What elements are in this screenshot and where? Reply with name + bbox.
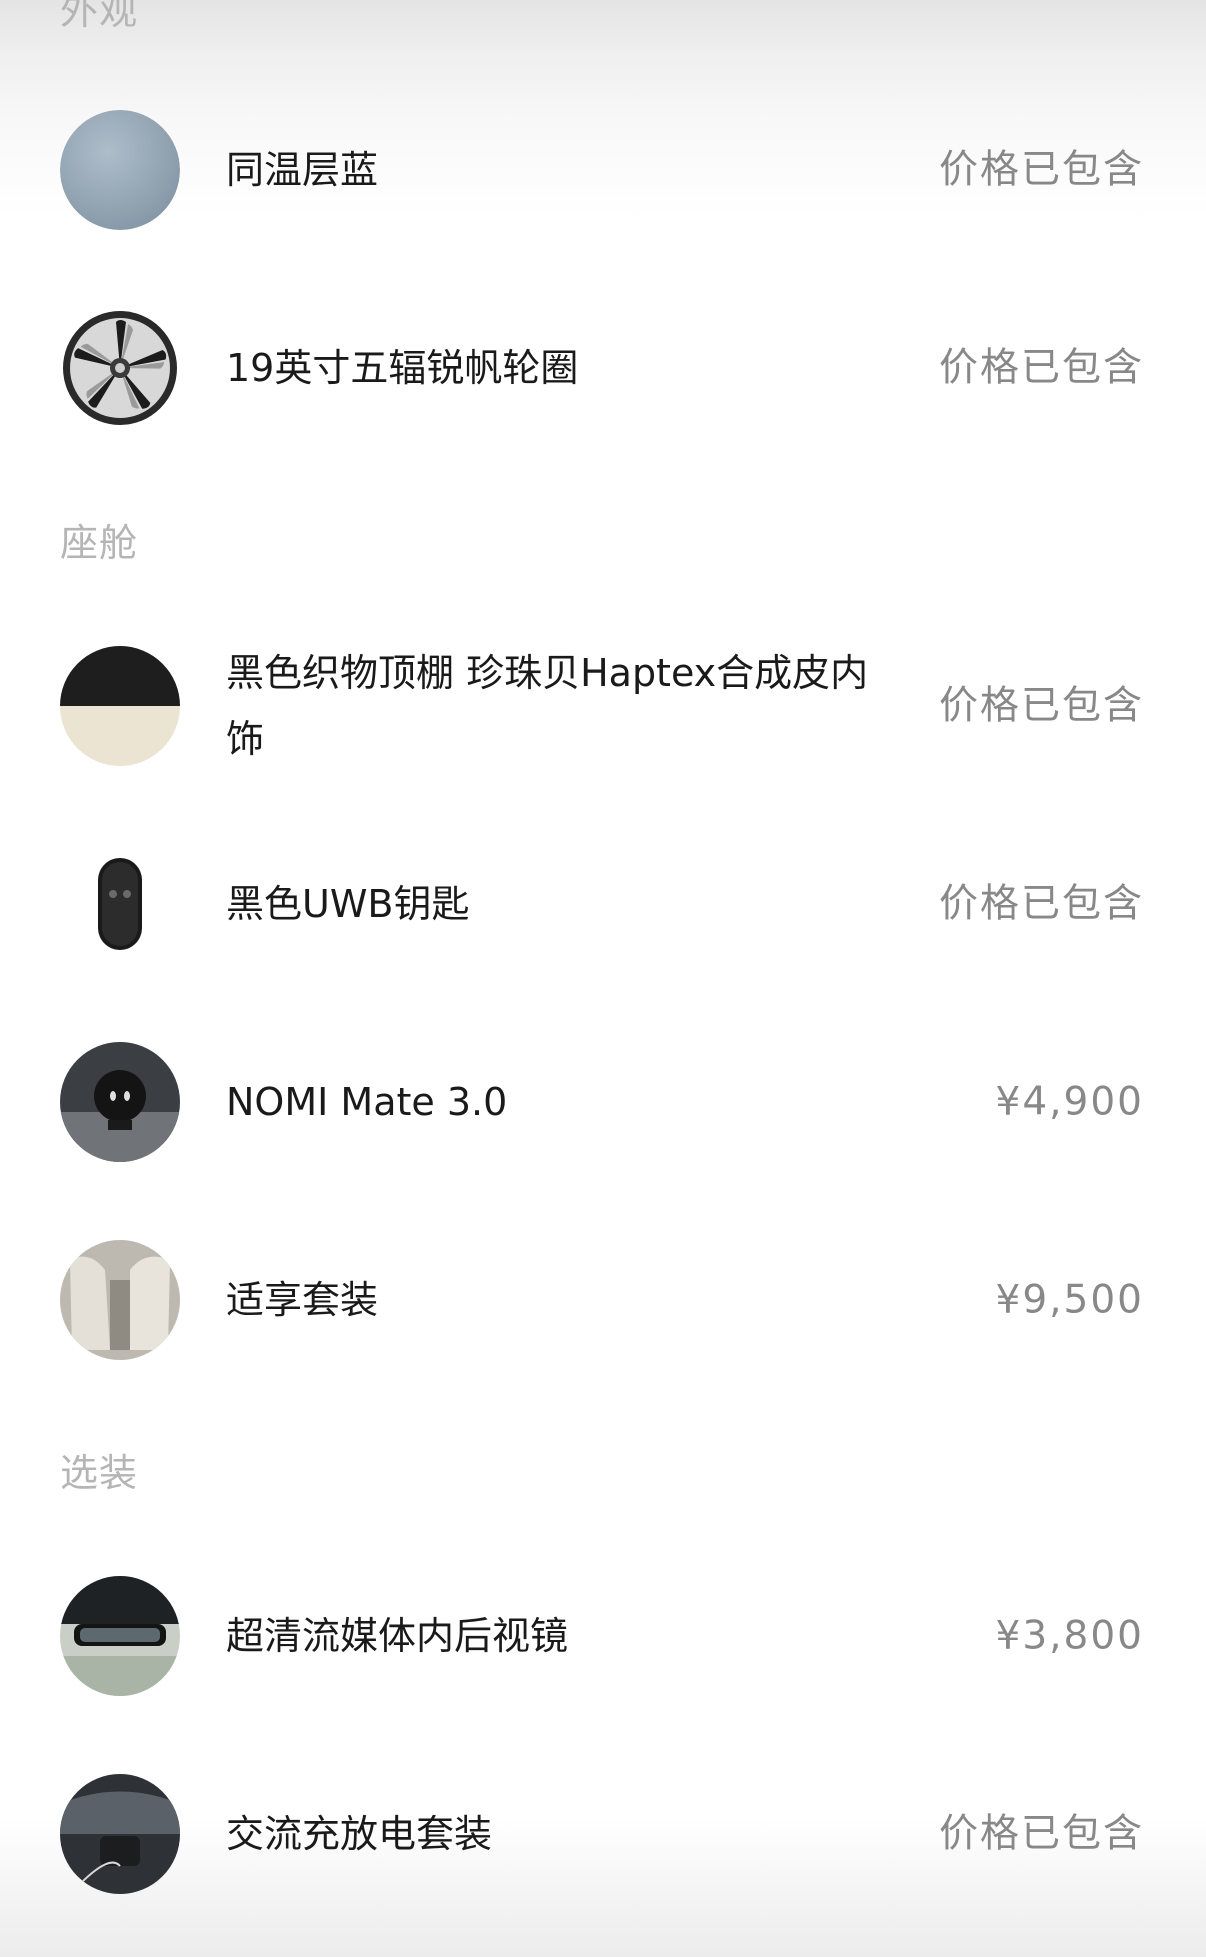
option-price: 价格已包含 (938, 1811, 1144, 1857)
option-name: 19英寸五辐锐帆轮圈 (226, 346, 579, 390)
interior-color-swatch-icon (60, 646, 180, 766)
blue-color-swatch-icon (60, 110, 180, 230)
uwb-key-icon (60, 844, 180, 964)
option-price: ¥9,500 (995, 1277, 1144, 1323)
option-name: 黑色织物顶棚 珍珠贝Haptex合成皮内饰 (226, 651, 869, 761)
option-name: 适享套装 (226, 1278, 379, 1322)
option-name: NOMI Mate 3.0 (226, 1080, 508, 1124)
option-name: 同温层蓝 (226, 148, 379, 192)
option-item-wheels[interactable]: 19英寸五辐锐帆轮圈 价格已包含 (0, 288, 1206, 448)
option-price: 价格已包含 (938, 345, 1144, 391)
section-title-cabin: 座舱 (60, 521, 139, 565)
option-price: 价格已包含 (938, 147, 1144, 193)
nomi-mate-icon (60, 1042, 180, 1162)
section-title-options: 选装 (60, 1451, 139, 1495)
option-item-interior[interactable]: 黑色织物顶棚 珍珠贝Haptex合成皮内饰 价格已包含 (0, 626, 1206, 786)
option-price: 价格已包含 (938, 881, 1144, 927)
option-name: 交流充放电套装 (226, 1812, 493, 1856)
option-item-charging-kit[interactable]: 交流充放电套装 价格已包含 (0, 1754, 1206, 1914)
option-price: ¥3,800 (995, 1613, 1144, 1659)
wheel-rim-icon (60, 308, 180, 428)
charging-kit-icon (60, 1774, 180, 1894)
rearview-mirror-icon (60, 1576, 180, 1696)
option-item-comfort-package[interactable]: 适享套装 ¥9,500 (0, 1220, 1206, 1380)
option-list-page: 外观 同温层蓝 价格已包含 19英寸五辐锐帆轮圈 价格已包含 座舱 黑色织物顶棚… (0, 0, 1206, 1957)
option-name: 黑色UWB钥匙 (226, 882, 470, 926)
option-item-key[interactable]: 黑色UWB钥匙 价格已包含 (0, 824, 1206, 984)
option-item-exterior-color[interactable]: 同温层蓝 价格已包含 (0, 90, 1206, 250)
seat-package-icon (60, 1240, 180, 1360)
section-title-exterior: 外观 (60, 0, 139, 33)
option-price: ¥4,900 (995, 1079, 1144, 1125)
option-name: 超清流媒体内后视镜 (226, 1614, 569, 1658)
option-item-nomi[interactable]: NOMI Mate 3.0 ¥4,900 (0, 1022, 1206, 1182)
option-price: 价格已包含 (938, 683, 1144, 729)
option-item-rearview-mirror[interactable]: 超清流媒体内后视镜 ¥3,800 (0, 1556, 1206, 1716)
